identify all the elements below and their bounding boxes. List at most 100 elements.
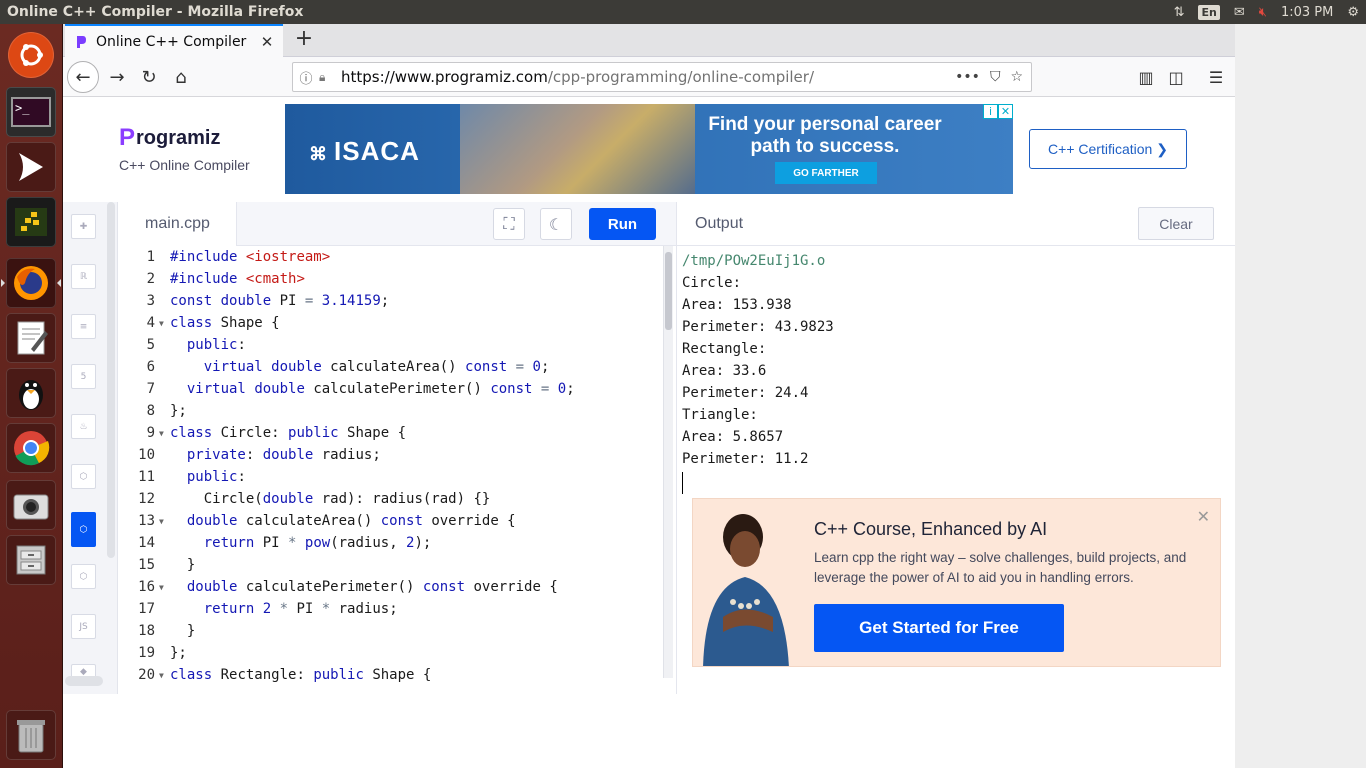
ubuntu-dash-icon[interactable] [8, 32, 54, 78]
pocket-icon[interactable]: ⛉ [990, 69, 1001, 85]
file-cabinet-icon[interactable] [6, 535, 56, 585]
mail-icon[interactable]: ✉ [1227, 0, 1252, 24]
code-line[interactable]: 12 Circle(double rad): radius(rad) {} [119, 488, 664, 510]
code-line[interactable]: 4 ▼ class Shape { [119, 312, 664, 334]
code-line[interactable]: 14 return PI * pow(radius, 2); [119, 532, 664, 554]
code-line[interactable]: 5 public: [119, 334, 664, 356]
home-button[interactable]: ⌂ [165, 61, 197, 93]
reload-button[interactable]: ↻ [133, 61, 165, 93]
code-line[interactable]: 8}; [119, 400, 664, 422]
sidebar-icon[interactable]: ◫ [1161, 61, 1191, 93]
code-text: double calculateArea() const override { [186, 513, 516, 529]
code-line[interactable]: 19}; [119, 642, 664, 664]
network-icon[interactable]: ⇅ [1167, 0, 1192, 24]
text-editor-icon[interactable] [6, 313, 56, 363]
java-icon[interactable]: ♨ [71, 414, 96, 439]
code-text: virtual double calculatePerimeter() cons… [186, 381, 575, 397]
page-content: Programiz C++ Online Compiler ⌘ ISACA Fin… [63, 98, 1235, 694]
code-line[interactable]: 3 const double PI = 3.14159; [119, 290, 664, 312]
screenshot-camera-icon[interactable] [6, 480, 56, 530]
code-line[interactable]: 1 #include <iostream> [119, 246, 664, 268]
close-tab-icon[interactable]: ✕ [257, 33, 277, 51]
rail-horizontal-scrollbar[interactable] [65, 676, 103, 686]
clear-button[interactable]: Clear [1138, 207, 1214, 240]
site-header: Programiz C++ Online Compiler ⌘ ISACA Fin… [63, 98, 1235, 200]
page-actions-icon[interactable]: ••• [955, 69, 980, 85]
javascript-icon[interactable]: JS [71, 614, 96, 639]
promo-person-image [703, 514, 789, 666]
dark-mode-toggle[interactable]: ☾ [540, 208, 572, 240]
csharp-icon[interactable]: ⬡ [71, 564, 96, 589]
html-icon[interactable]: 5 [71, 364, 96, 389]
file-tab-main-cpp[interactable]: main.cpp [119, 202, 237, 246]
programiz-logo[interactable]: Programiz C++ Online Compiler [119, 124, 250, 173]
volume-muted-icon[interactable]: 🔇︎ [1252, 0, 1274, 24]
firefox-icon[interactable] [6, 258, 56, 308]
fold-arrow-icon[interactable]: ▼ [157, 429, 169, 438]
code-line[interactable]: 15 } [119, 554, 664, 576]
url-bar[interactable]: ⓘ 🔒︎ https://www.programiz.com/cpp-progr… [292, 62, 1032, 92]
code-line[interactable]: 10 private: double radius; [119, 444, 664, 466]
code-line[interactable]: 7 virtual double calculatePerimeter() co… [119, 378, 664, 400]
editor-scroll-thumb[interactable] [665, 252, 672, 330]
code-line[interactable]: 11 public: [119, 466, 664, 488]
r-lang-icon[interactable]: ℝ [71, 264, 96, 289]
site-info-icon[interactable]: ⓘ [293, 68, 319, 87]
code-line[interactable]: 20 ▼ class Rectangle: public Shape { [119, 664, 664, 686]
ad-info-icon[interactable]: i [983, 104, 998, 119]
code-text: private: double radius; [186, 447, 381, 463]
logic-app-icon[interactable] [6, 142, 56, 192]
code-line[interactable]: 16 ▼ double calculatePerimeter() const ov… [119, 576, 664, 598]
code-area[interactable]: 1 #include <iostream> 2 #include <cmath> 3 co… [119, 246, 664, 694]
library-icon[interactable]: ▥ [1131, 61, 1161, 93]
trash-icon[interactable] [6, 710, 56, 760]
promo-title: C++ Course, Enhanced by AI [814, 519, 1048, 539]
output-line: Circle: [682, 275, 742, 291]
ad-cta-button[interactable]: GO FARTHER [775, 162, 877, 184]
clock[interactable]: 1:03 PM [1274, 0, 1340, 24]
sql-icon[interactable]: ≡ [71, 314, 96, 339]
ad-choices[interactable]: i ✕ [983, 104, 1013, 119]
get-started-button[interactable]: Get Started for Free [814, 604, 1064, 652]
bookmark-star-icon[interactable]: ☆ [1010, 69, 1023, 85]
output-console[interactable]: /tmp/POw2EuIj1G.o Circle: Area: 153.938 Per… [682, 250, 834, 494]
fold-arrow-icon[interactable]: ▼ [157, 319, 169, 328]
code-line[interactable]: 13 ▼ double calculateArea() const overrid… [119, 510, 664, 532]
settings-gear-icon[interactable]: ⚙ [1340, 0, 1366, 24]
chrome-icon[interactable] [6, 423, 56, 473]
monitor-app-icon[interactable] [6, 197, 56, 247]
programiz-favicon-icon [77, 35, 86, 48]
c-lang-icon[interactable]: ⬡ [71, 464, 96, 489]
fold-arrow-icon[interactable]: ▼ [157, 671, 169, 680]
fold-arrow-icon[interactable]: ▼ [157, 517, 169, 526]
ad-close-icon[interactable]: ✕ [998, 104, 1013, 119]
cpp-icon[interactable]: ⬡ [71, 512, 96, 547]
code-line[interactable]: 2 #include <cmath> [119, 268, 664, 290]
isaca-ad-banner[interactable]: ⌘ ISACA Find your personal career path to… [285, 104, 1013, 194]
rail-scrollbar[interactable] [107, 202, 115, 558]
python-icon[interactable]: ✚ [71, 214, 96, 239]
menu-hamburger-icon[interactable]: ☰ [1201, 61, 1231, 93]
browser-tab[interactable]: Online C++ Compiler ✕ [65, 24, 283, 57]
back-button[interactable]: ← [67, 61, 99, 93]
code-line[interactable]: 6 virtual double calculateArea() const =… [119, 356, 664, 378]
cpp-certification-button[interactable]: C++ Certification ❯ [1029, 129, 1187, 169]
output-line: Area: 33.6 [682, 363, 767, 379]
promo-close-icon[interactable]: ✕ [1197, 507, 1210, 526]
terminal-icon[interactable]: >_ [6, 87, 56, 137]
code-line[interactable]: 18 } [119, 620, 664, 642]
forward-button[interactable]: → [101, 61, 133, 93]
tux-penguin-icon[interactable] [6, 368, 56, 418]
fold-arrow-icon[interactable]: ▼ [157, 583, 169, 592]
insecure-lock-icon[interactable]: 🔒︎ [319, 70, 335, 85]
code-text: Circle(double rad): radius(rad) {} [170, 491, 491, 507]
run-button[interactable]: Run [589, 208, 656, 240]
code-line[interactable]: 9 ▼ class Circle: public Shape { [119, 422, 664, 444]
code-line[interactable]: 17 return 2 * PI * radius; [119, 598, 664, 620]
fullscreen-button[interactable]: ⛶ [493, 208, 525, 240]
keyboard-layout[interactable]: En [1191, 0, 1226, 24]
new-tab-button[interactable]: + [292, 28, 316, 52]
line-number: 5 [146, 337, 155, 353]
url-text[interactable]: https://www.programiz.com/cpp-programmin… [335, 68, 955, 86]
editor-scrollbar[interactable] [663, 246, 673, 678]
